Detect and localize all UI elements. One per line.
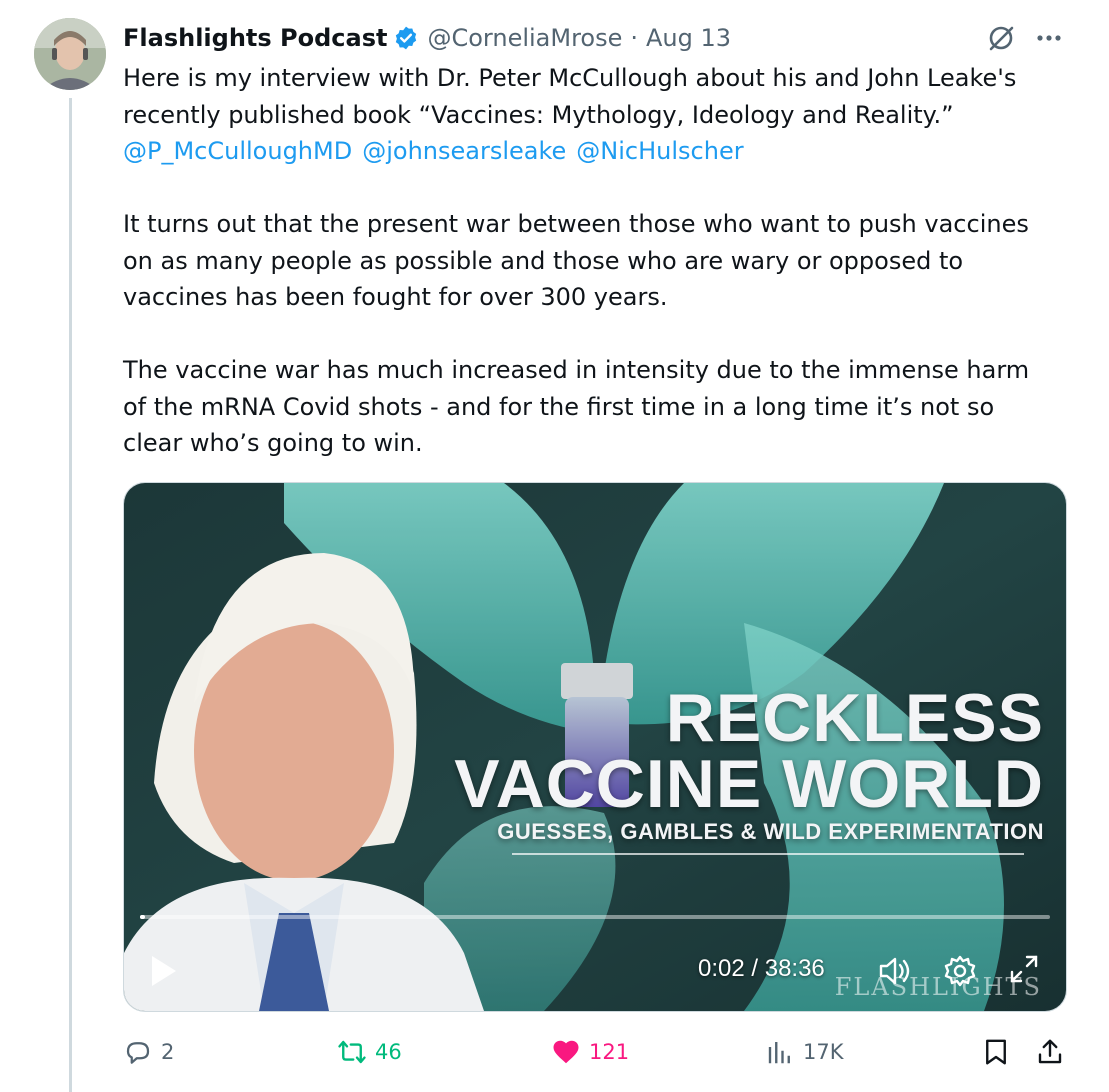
separator-dot: · — [630, 24, 639, 52]
settings-gear-icon[interactable] — [942, 953, 978, 989]
bookmark-icon — [986, 1039, 1006, 1065]
repost-count: 46 — [375, 1040, 402, 1064]
tweet-text-line: recently published book “Vaccines: Mytho… — [123, 100, 954, 129]
fullscreen-icon[interactable] — [1008, 953, 1040, 985]
heart-filled-icon — [553, 1040, 579, 1064]
reply-icon — [126, 1042, 150, 1064]
tweet-date[interactable]: Aug 13 — [646, 24, 731, 52]
tweet-page: Flashlights Podcast @CorneliaMrose · Aug… — [0, 0, 1109, 1092]
tweet-text-line: vaccines has been fought for over 300 ye… — [123, 283, 668, 311]
mention-link[interactable]: @P_McCulloughMD — [123, 137, 352, 165]
share-icon — [1038, 1039, 1062, 1064]
mention-link[interactable]: @johnsearsleake — [362, 137, 566, 165]
thread-line — [69, 98, 72, 1092]
tweet-text-line: of the mRNA Covid shots - and for the fi… — [123, 392, 995, 421]
video-headline-line2: VACCINE WORLD — [454, 746, 1044, 822]
more-options-icon[interactable] — [1033, 22, 1065, 54]
video-time: 0:02 / 38:36 — [698, 955, 825, 982]
tweet-text-line: Here is my interview with Dr. Peter McCu… — [123, 64, 1017, 92]
like-count: 121 — [589, 1040, 630, 1064]
verified-badge-icon[interactable] — [393, 25, 419, 51]
mention-link[interactable]: @NicHulscher — [576, 137, 743, 165]
video-player[interactable]: RECKLESS VACCINE WORLD GUESSES, GAMBLES … — [123, 482, 1067, 1012]
share-button[interactable] — [1035, 1032, 1073, 1072]
tweet-header: Flashlights Podcast @CorneliaMrose · Aug… — [123, 18, 1083, 58]
repost-button[interactable]: 46 — [337, 1032, 402, 1072]
video-progress-bar[interactable] — [140, 915, 1050, 919]
video-subheadline: GUESSES, GAMBLES & WILD EXPERIMENTATION — [497, 819, 1044, 844]
tweet-text-line: clear who’s going to win. — [123, 429, 423, 457]
reply-button[interactable]: 2 — [123, 1032, 174, 1072]
views-chart-icon — [768, 1042, 790, 1064]
subheadline-rule — [512, 853, 1024, 855]
play-icon[interactable] — [148, 953, 180, 989]
user-handle[interactable]: @CorneliaMrose — [427, 24, 622, 52]
reply-count: 2 — [161, 1040, 175, 1064]
views-count: 17K — [803, 1040, 844, 1064]
tweet-text-line: The vaccine war has much increased in in… — [123, 356, 1030, 384]
grok-icon[interactable] — [985, 22, 1017, 54]
avatar[interactable] — [34, 18, 106, 90]
video-progress-fill — [140, 915, 146, 919]
repost-icon — [338, 1040, 366, 1064]
bookmark-button[interactable] — [981, 1032, 1019, 1072]
views-button[interactable]: 17K — [765, 1032, 844, 1072]
like-button[interactable]: 121 — [551, 1032, 629, 1072]
tweet-text-line: on as many people as possible and those … — [123, 246, 964, 275]
mentions-line: @P_McCulloughMD @johnsearsleake @NicHulsch… — [123, 133, 1073, 170]
volume-muted-icon[interactable] — [876, 953, 912, 989]
tweet-actions: 2 46 121 17K — [123, 1032, 1073, 1072]
tweet-text-line: It turns out that the present war betwee… — [123, 210, 1029, 238]
tweet-text: Here is my interview with Dr. Peter McCu… — [123, 60, 1073, 462]
display-name[interactable]: Flashlights Podcast — [123, 24, 387, 52]
